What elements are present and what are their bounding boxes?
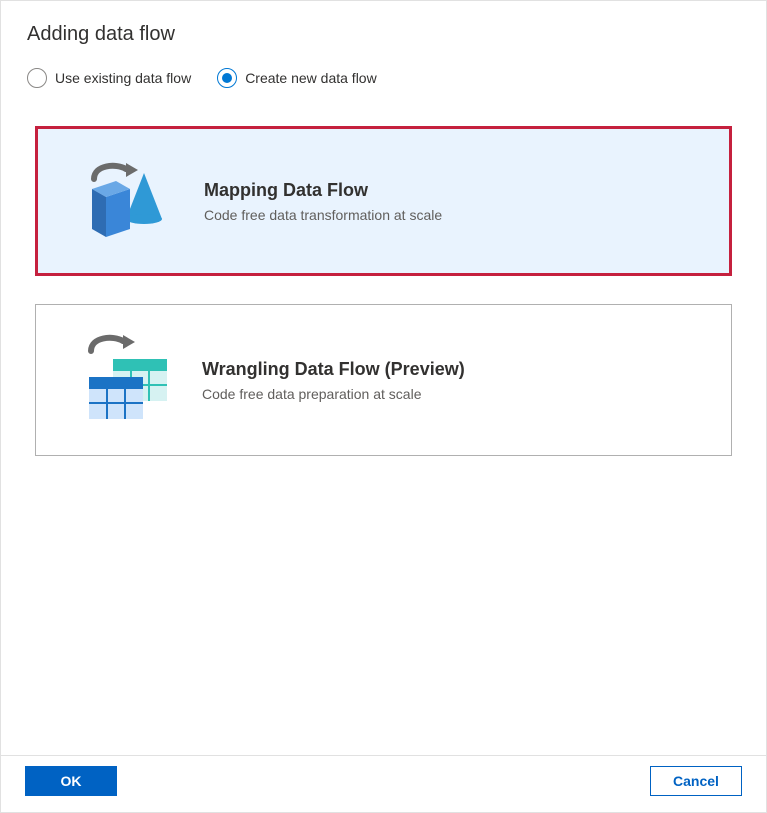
data-flow-mode-radios: Use existing data flow Create new data f… [27,68,740,88]
dialog-footer: OK Cancel [1,755,766,812]
card-title-wrangling: Wrangling Data Flow (Preview) [202,359,465,380]
card-area: Mapping Data Flow Code free data transfo… [27,126,740,456]
card-title-mapping: Mapping Data Flow [204,180,442,201]
card-desc-mapping: Code free data transformation at scale [204,207,442,223]
ok-button[interactable]: OK [25,766,117,796]
mapping-data-flow-icon [66,151,186,251]
card-mapping-data-flow[interactable]: Mapping Data Flow Code free data transfo… [35,126,732,276]
wrangling-data-flow-icon [64,325,184,435]
cancel-button[interactable]: Cancel [650,766,742,796]
page-title: Adding data flow [27,23,740,46]
radio-label-create: Create new data flow [245,70,377,86]
panel-content: Adding data flow Use existing data flow … [1,1,766,755]
radio-circle-icon [217,68,237,88]
card-text: Wrangling Data Flow (Preview) Code free … [184,359,465,402]
radio-label-existing: Use existing data flow [55,70,191,86]
card-wrangling-data-flow[interactable]: Wrangling Data Flow (Preview) Code free … [35,304,732,456]
radio-use-existing[interactable]: Use existing data flow [27,68,191,88]
radio-circle-icon [27,68,47,88]
card-desc-wrangling: Code free data preparation at scale [202,386,465,402]
card-text: Mapping Data Flow Code free data transfo… [186,180,442,223]
adding-data-flow-panel: Adding data flow Use existing data flow … [0,0,767,813]
radio-create-new[interactable]: Create new data flow [217,68,377,88]
